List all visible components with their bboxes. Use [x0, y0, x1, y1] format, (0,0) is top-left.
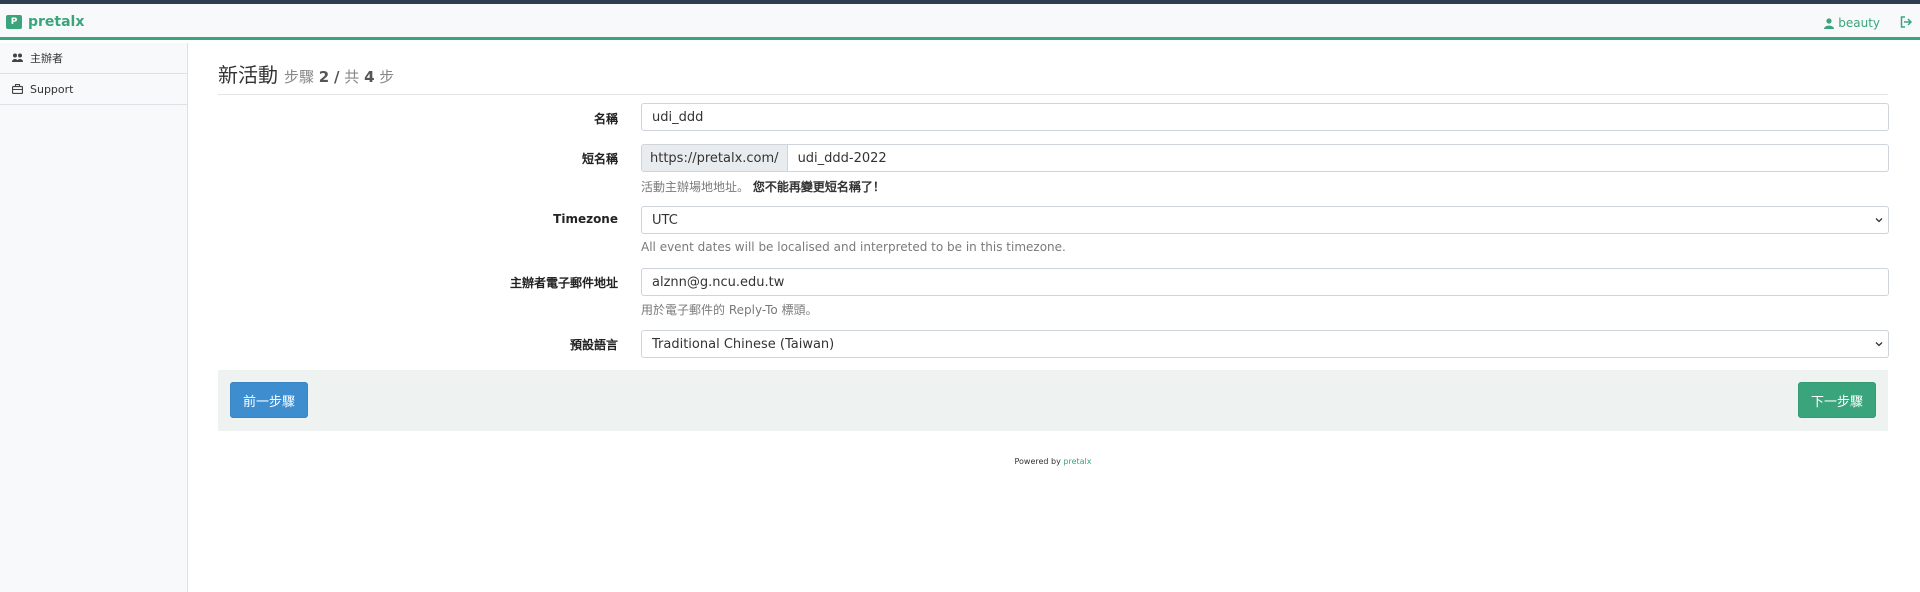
- user-menu[interactable]: beauty: [1824, 16, 1880, 30]
- next-step-button[interactable]: 下一步驟: [1797, 382, 1876, 418]
- email-help: 用於電子郵件的 Reply-To 標頭。: [641, 303, 818, 317]
- slug-label: 短名稱: [581, 152, 618, 166]
- email-field[interactable]: alznn@g.ncu.edu.tw: [641, 268, 1889, 296]
- slug-prefix: https://pretalx.com/: [641, 144, 788, 172]
- brand-name: pretalx: [28, 14, 85, 30]
- page-title-text: 新活動: [218, 63, 278, 87]
- sidebar: 主辦者 Support: [0, 43, 188, 592]
- sidebar-item-support[interactable]: Support: [0, 74, 187, 105]
- slug-warning: 您不能再變更短名稱了！: [752, 180, 885, 194]
- main-content: 新活動 步驟 2 / 共 4 步 名稱 udi_ddd 短名稱 https://…: [218, 43, 1889, 466]
- locale-label: 預設語言: [569, 338, 618, 352]
- locale-select[interactable]: Traditional Chinese (Taiwan): [641, 330, 1889, 358]
- sidebar-item-label: 主辦者: [30, 52, 63, 65]
- user-icon: [1824, 17, 1835, 29]
- timezone-label: Timezone: [553, 212, 618, 226]
- name-input[interactable]: udi_ddd: [641, 103, 1889, 131]
- name-label: 名稱: [593, 112, 618, 126]
- pretalx-logo-icon: P: [6, 15, 22, 29]
- form-actions: 前一步驟 下一步驟: [218, 370, 1888, 431]
- chevron-down-icon: [1875, 342, 1883, 347]
- users-icon: [12, 53, 23, 62]
- timezone-select[interactable]: UTC: [641, 206, 1889, 234]
- slug-input[interactable]: udi_ddd-2022: [787, 144, 1889, 172]
- previous-step-button[interactable]: 前一步驟: [230, 382, 309, 418]
- page-title: 新活動 步驟 2 / 共 4 步: [218, 59, 1888, 95]
- footer: Powered by pretalx: [1014, 457, 1092, 466]
- sidebar-item-label: Support: [30, 82, 74, 96]
- logout-icon[interactable]: [1900, 16, 1912, 28]
- slug-help: 活動主辦場地地址。 您不能再變更短名稱了！: [641, 180, 885, 194]
- slug-input-group: https://pretalx.com/ udi_ddd-2022: [641, 144, 1889, 172]
- briefcase-icon: [12, 84, 23, 94]
- email-label: 主辦者電子郵件地址: [509, 276, 618, 290]
- sidebar-item-organisers[interactable]: 主辦者: [0, 43, 187, 74]
- footer-pretalx-link[interactable]: pretalx: [1063, 457, 1091, 466]
- brand[interactable]: P pretalx: [6, 14, 84, 30]
- username: beauty: [1838, 16, 1880, 30]
- step-indicator: 步驟 2 / 共 4 步: [284, 68, 395, 86]
- chevron-down-icon: [1875, 218, 1883, 223]
- navbar: P pretalx beauty: [0, 4, 1920, 40]
- timezone-help: All event dates will be localised and in…: [641, 240, 1066, 254]
